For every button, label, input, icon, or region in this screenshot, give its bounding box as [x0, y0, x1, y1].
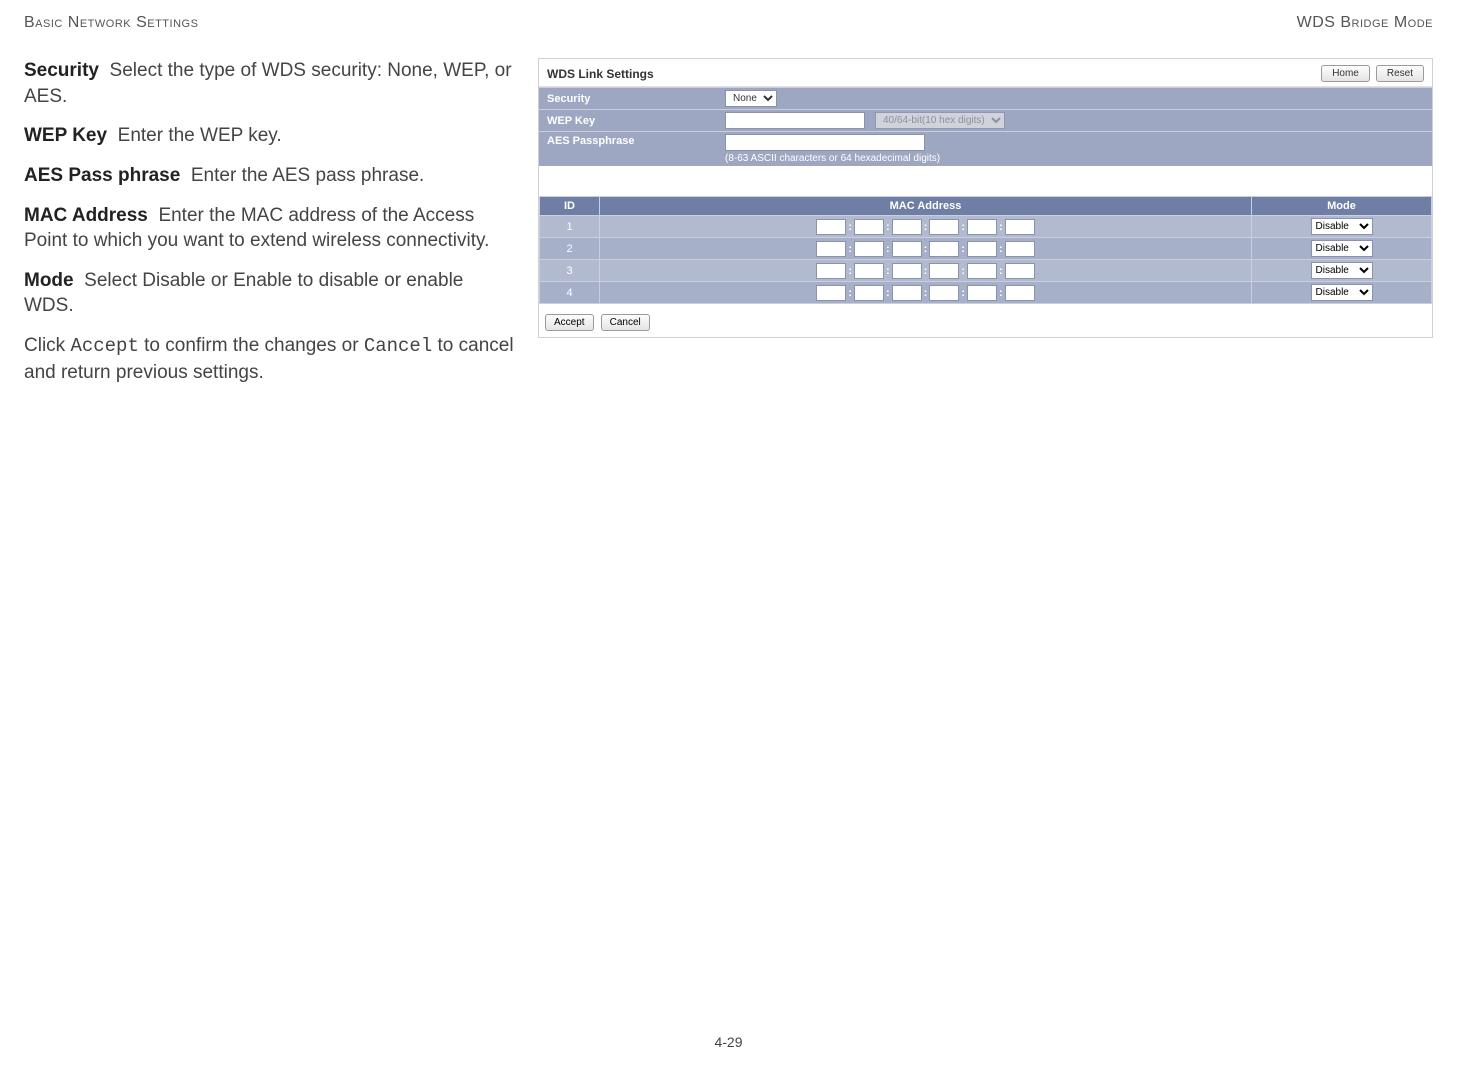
accept-button[interactable]: Accept [545, 314, 594, 331]
desc-security-label: Security [24, 60, 99, 81]
mac-octet-input[interactable] [816, 285, 846, 301]
mac-octet-input[interactable] [929, 241, 959, 257]
mac-octet-input[interactable] [1005, 241, 1035, 257]
desc-aes-text: Enter the AES pass phrase. [191, 165, 424, 186]
mac-octet-input[interactable] [854, 263, 884, 279]
mac-colon: : [961, 243, 965, 255]
aes-passphrase-input[interactable] [725, 134, 925, 151]
desc-wep-text: Enter the WEP key. [118, 125, 282, 146]
mac-octet-input[interactable] [1005, 285, 1035, 301]
row-mode: Disable [1252, 260, 1432, 282]
mac-octet-input[interactable] [892, 263, 922, 279]
col-id: ID [540, 197, 600, 216]
mac-octet-input[interactable] [1005, 219, 1035, 235]
mac-colon: : [886, 265, 890, 277]
row-mode: Disable [1252, 238, 1432, 260]
mac-octet-input[interactable] [929, 285, 959, 301]
mac-octet-input[interactable] [816, 219, 846, 235]
desc-mode-label: Mode [24, 270, 74, 291]
header-right: WDS Bridge Mode [1297, 14, 1433, 32]
mac-colon: : [848, 265, 852, 277]
row-mac: ::::: [600, 282, 1252, 304]
reset-button[interactable]: Reset [1376, 65, 1424, 82]
row-id: 1 [540, 216, 600, 238]
mac-octet-input[interactable] [816, 241, 846, 257]
row-mac: ::::: [600, 260, 1252, 282]
mac-colon: : [848, 287, 852, 299]
mac-octet-input[interactable] [854, 241, 884, 257]
mac-colon: : [924, 221, 928, 233]
mac-colon: : [848, 221, 852, 233]
table-row: 4:::::Disable [540, 282, 1432, 304]
mac-colon: : [886, 287, 890, 299]
mac-table: ID MAC Address Mode 1:::::Disable2:::::D… [539, 196, 1432, 304]
mac-octet-input[interactable] [929, 263, 959, 279]
mac-octet-input[interactable] [854, 219, 884, 235]
desc-confirm-pre: Click [24, 335, 70, 356]
row-mode: Disable [1252, 282, 1432, 304]
mac-colon: : [924, 287, 928, 299]
mac-colon: : [999, 243, 1003, 255]
mode-select[interactable]: Disable [1311, 240, 1373, 257]
mac-octet-input[interactable] [967, 219, 997, 235]
ss-title: WDS Link Settings [547, 67, 1315, 81]
desc-confirm-cancel: Cancel [364, 335, 432, 357]
table-row: 3:::::Disable [540, 260, 1432, 282]
mac-colon: : [848, 243, 852, 255]
row-id: 4 [540, 282, 600, 304]
row-mac: ::::: [600, 238, 1252, 260]
mac-colon: : [999, 287, 1003, 299]
home-button[interactable]: Home [1321, 65, 1370, 82]
mac-octet-input[interactable] [967, 263, 997, 279]
mac-octet-input[interactable] [929, 219, 959, 235]
mac-colon: : [999, 221, 1003, 233]
mac-octet-input[interactable] [854, 285, 884, 301]
aes-hint: (8-63 ASCII characters or 64 hexadecimal… [725, 153, 940, 164]
row-mode: Disable [1252, 216, 1432, 238]
security-select[interactable]: None [725, 90, 777, 107]
mac-octet-input[interactable] [892, 241, 922, 257]
mac-octet-input[interactable] [892, 285, 922, 301]
row-id: 2 [540, 238, 600, 260]
mac-colon: : [924, 243, 928, 255]
desc-confirm-accept: Accept [70, 335, 138, 357]
row-mac: ::::: [600, 216, 1252, 238]
description-column: Security Select the type of WDS security… [24, 58, 514, 1034]
row-id: 3 [540, 260, 600, 282]
mac-colon: : [886, 221, 890, 233]
desc-mode-text: Select Disable or Enable to disable or e… [24, 270, 463, 317]
desc-confirm-mid: to confirm the changes or [139, 335, 364, 356]
mode-select[interactable]: Disable [1311, 284, 1373, 301]
page-number: 4-29 [24, 1034, 1433, 1050]
row-wep-label: WEP Key [539, 112, 719, 130]
desc-aes-label: AES Pass phrase [24, 165, 180, 186]
mac-octet-input[interactable] [967, 285, 997, 301]
table-row: 2:::::Disable [540, 238, 1432, 260]
mode-select[interactable]: Disable [1311, 262, 1373, 279]
mac-octet-input[interactable] [967, 241, 997, 257]
mac-octet-input[interactable] [892, 219, 922, 235]
wds-screenshot: WDS Link Settings Home Reset Security No… [538, 58, 1433, 338]
wep-key-input[interactable] [725, 112, 865, 129]
desc-mac-label: MAC Address [24, 205, 148, 226]
wep-length-select[interactable]: 40/64-bit(10 hex digits) [875, 112, 1005, 129]
mac-colon: : [924, 265, 928, 277]
mac-colon: : [961, 265, 965, 277]
row-security-label: Security [539, 90, 719, 108]
mac-colon: : [886, 243, 890, 255]
mac-octet-input[interactable] [816, 263, 846, 279]
row-aes-label: AES Passphrase [539, 132, 719, 150]
col-mac: MAC Address [600, 197, 1252, 216]
mac-colon: : [999, 265, 1003, 277]
header-left: Basic Network Settings [24, 14, 198, 32]
table-row: 1:::::Disable [540, 216, 1432, 238]
mac-octet-input[interactable] [1005, 263, 1035, 279]
mac-colon: : [961, 287, 965, 299]
mac-colon: : [961, 221, 965, 233]
mode-select[interactable]: Disable [1311, 218, 1373, 235]
desc-wep-label: WEP Key [24, 125, 107, 146]
cancel-button[interactable]: Cancel [601, 314, 650, 331]
col-mode: Mode [1252, 197, 1432, 216]
